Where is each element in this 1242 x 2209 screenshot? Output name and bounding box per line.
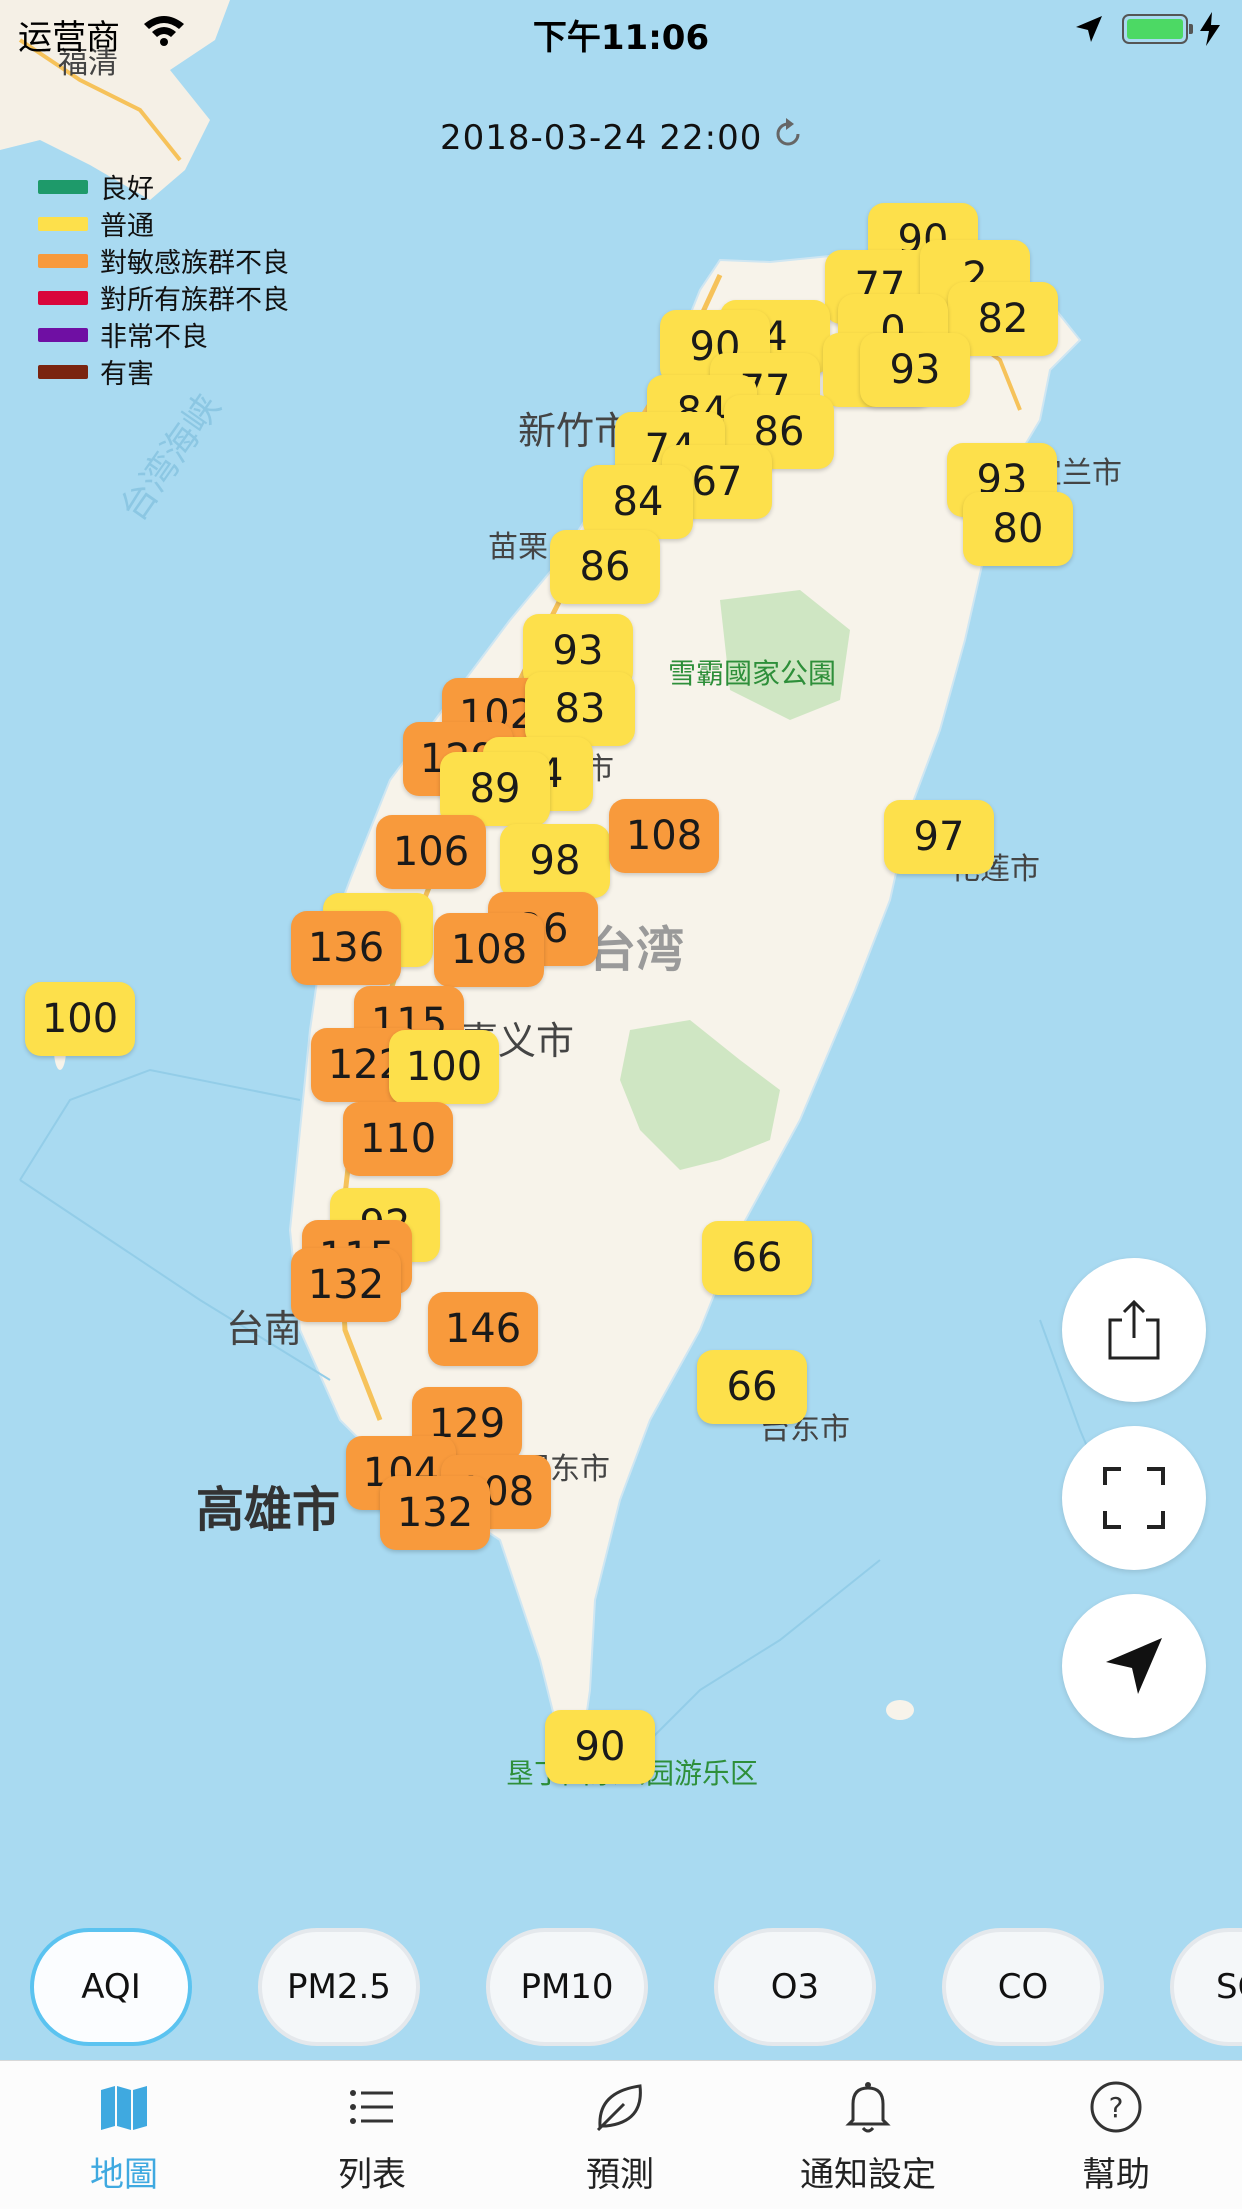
aqi-marker[interactable]: 80 [963,492,1073,566]
tab-label: 列表 [338,2155,406,2195]
leaf-icon [520,2075,720,2139]
legend-item: 普通 [38,205,289,242]
navigation-arrow-icon [1106,1638,1162,1694]
status-bar: 运营商 下午11:06 [0,0,1242,60]
aqi-marker[interactable]: 108 [434,913,544,987]
legend-swatch [38,216,88,231]
aqi-marker[interactable]: 108 [609,799,719,873]
tab-map[interactable]: 地圖 [24,2075,224,2196]
aqi-marker[interactable]: 132 [291,1248,401,1322]
pollutant-pill-so2[interactable]: SO2 [1170,1928,1242,2046]
legend-item: 對所有族群不良 [38,279,289,316]
tab-bell[interactable]: 通知設定 [768,2075,968,2196]
pollutant-pill-pm10[interactable]: PM10 [486,1928,648,2046]
aqi-marker[interactable]: 146 [428,1292,538,1366]
tab-label: 通知設定 [800,2155,936,2195]
tab-help[interactable]: ? 幫助 [1016,2075,1216,2196]
aqi-marker[interactable]: 86 [550,530,660,604]
legend-item: 良好 [38,168,289,205]
tab-bar: 地圖 列表 預測 通知設定? 幫助 [0,2060,1242,2209]
charging-bolt-icon [1200,12,1220,46]
pollutant-pill-aqi[interactable]: AQI [30,1928,192,2046]
pollutant-pill-o3[interactable]: O3 [714,1928,876,2046]
bell-icon [768,2075,968,2139]
aqi-marker[interactable]: 106 [376,815,486,889]
aqi-marker[interactable]: 66 [702,1221,812,1295]
legend-swatch [38,179,88,194]
tab-label: 預測 [586,2155,654,2195]
status-time: 下午11:06 [532,18,710,58]
legend-label: 對敏感族群不良 [100,248,289,279]
aqi-marker[interactable]: 66 [697,1350,807,1424]
share-icon [1108,1299,1160,1360]
legend-label: 非常不良 [100,322,208,353]
pollutant-selector: AQI PM2.5 PM10 O3 CO SO2 [0,1924,1242,2054]
fit-bounds-button[interactable] [1062,1426,1206,1570]
pollutant-pill-pm25[interactable]: PM2.5 [258,1928,420,2046]
aqi-marker[interactable]: 90 [545,1710,655,1784]
aqi-legend: 良好普通對敏感族群不良 對所有族群不良 非常不良有害 [38,168,289,390]
aqi-marker[interactable]: 100 [25,982,135,1056]
location-arrow-icon [1076,16,1102,42]
share-button[interactable] [1062,1258,1206,1402]
battery-icon [1122,14,1193,44]
legend-swatch [38,253,88,268]
locate-me-button[interactable] [1062,1594,1206,1738]
aqi-marker[interactable]: 84 [583,465,693,539]
aqi-marker[interactable]: 98 [500,824,610,898]
aqi-marker[interactable]: 100 [389,1030,499,1104]
aqi-marker[interactable]: 93 [860,333,970,407]
legend-label: 良好 [100,174,154,205]
aqi-marker[interactable]: 110 [343,1102,453,1176]
legend-swatch [38,327,88,342]
legend-item: 對敏感族群不良 [38,242,289,279]
place-miaoli: 苗栗 [488,530,548,565]
svg-text:?: ? [1109,2091,1124,2124]
refresh-icon[interactable] [770,116,806,152]
place-kaohsiung: 高雄市 [196,1482,341,1538]
help-icon: ? [1016,2075,1216,2139]
place-shipa: 雪霸國家公園 [668,657,837,690]
legend-item: 有害 [38,353,289,390]
tab-leaf[interactable]: 預測 [520,2075,720,2196]
aqi-marker[interactable]: 136 [291,911,401,985]
fullscreen-icon [1103,1467,1165,1529]
pollutant-pill-co[interactable]: CO [942,1928,1104,2046]
legend-label: 普通 [100,211,154,242]
aqi-marker[interactable]: 83 [525,672,635,746]
aqi-marker[interactable]: 97 [884,800,994,874]
legend-item: 非常不良 [38,316,289,353]
legend-label: 有害 [100,359,154,390]
data-timestamp: 2018-03-24 22:00 [440,118,763,158]
map-icon [24,2075,224,2139]
legend-swatch [38,364,88,379]
aqi-marker[interactable]: 132 [380,1476,490,1550]
place-taiwan: 台湾 [588,922,685,978]
legend-label: 對所有族群不良 [100,285,289,316]
list-icon [272,2075,472,2139]
legend-swatch [38,290,88,305]
tab-list[interactable]: 列表 [272,2075,472,2196]
tab-label: 幫助 [1082,2155,1150,2195]
tab-label: 地圖 [90,2155,158,2195]
